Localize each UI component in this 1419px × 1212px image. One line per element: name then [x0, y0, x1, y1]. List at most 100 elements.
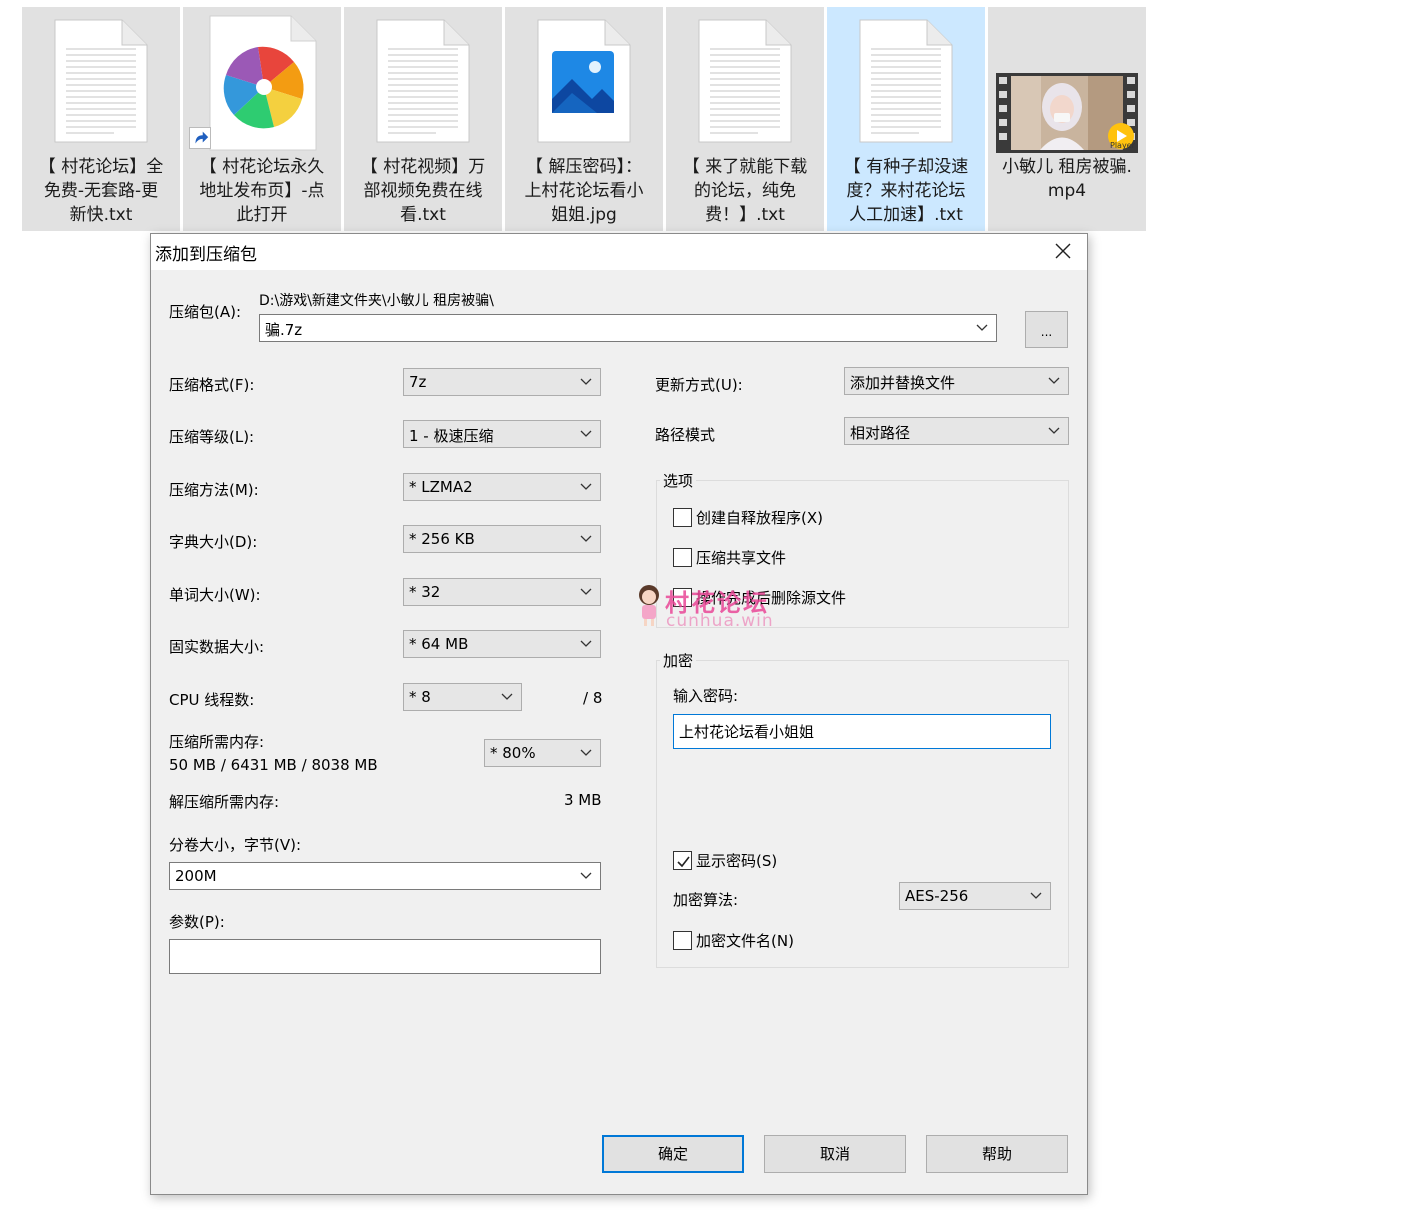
- sfx-checkbox[interactable]: 创建自释放程序(X): [673, 507, 823, 528]
- file-name: 【 村花论坛永久 地址发布页】-点 此打开: [199, 157, 325, 225]
- chevron-down-icon: [580, 430, 592, 437]
- volume-label: 分卷大小，字节(V):: [169, 836, 302, 854]
- update-value: 添加并替换文件: [850, 374, 956, 392]
- level-label: 压缩等级(L):: [169, 428, 255, 446]
- archive-label: 压缩包(A):: [169, 303, 242, 321]
- file-name: 【 村花视频】万 部视频免费在线 看.txt: [360, 157, 486, 225]
- watermark-url: cunhua.win: [666, 611, 774, 631]
- chevron-down-icon: [580, 535, 592, 542]
- help-button[interactable]: 帮助: [926, 1135, 1068, 1173]
- chevron-down-icon: [1048, 377, 1060, 384]
- show-password-checkbox[interactable]: 显示密码(S): [673, 850, 777, 871]
- dict-select[interactable]: * 256 KB: [403, 525, 601, 553]
- text-file-icon: [376, 19, 470, 143]
- threads-value: * 8: [409, 688, 431, 706]
- image-file-icon: [537, 19, 631, 143]
- method-label: 压缩方法(M):: [169, 481, 259, 499]
- file-tile[interactable]: 【 来了就能下载 的论坛，纯免 费！】.txt: [666, 7, 824, 231]
- solid-value: * 64 MB: [409, 635, 469, 653]
- word-label: 单词大小(W):: [169, 586, 261, 604]
- update-select[interactable]: 添加并替换文件: [844, 367, 1069, 395]
- encryption-group-title: 加密: [660, 650, 697, 671]
- method-select[interactable]: * LZMA2: [403, 473, 601, 501]
- archive-name-value: 骗.7z: [265, 321, 303, 339]
- shortcut-file-icon: [209, 15, 317, 151]
- close-icon[interactable]: [1045, 234, 1081, 268]
- solid-label: 固实数据大小:: [169, 638, 265, 656]
- show-password-label: 显示密码(S): [696, 852, 778, 870]
- format-value: 7z: [409, 373, 427, 391]
- chevron-down-icon: [976, 324, 988, 331]
- level-select[interactable]: 1 - 极速压缩: [403, 420, 601, 448]
- file-name: 小敏儿 租房被骗. mp4: [1002, 157, 1132, 201]
- file-name: 【 有种子却没速 度？来村花论坛 人工加速】.txt: [843, 157, 969, 225]
- encrypt-method-select[interactable]: AES-256: [899, 882, 1051, 910]
- dict-label: 字典大小(D):: [169, 533, 258, 551]
- volume-combo[interactable]: 200M: [169, 862, 601, 890]
- memory-label: 压缩所需内存:: [169, 733, 265, 751]
- encryption-group: [656, 660, 1069, 968]
- sfx-label: 创建自释放程序(X): [696, 509, 823, 527]
- file-name: 【 来了就能下载 的论坛，纯免 费！】.txt: [682, 157, 808, 225]
- volume-value: 200M: [175, 867, 217, 885]
- archive-path: D:\游戏\新建文件夹\小敏儿 租房被骗\: [259, 293, 494, 309]
- chevron-down-icon: [580, 640, 592, 647]
- file-tile-selected[interactable]: 【 有种子却没速 度？来村花论坛 人工加速】.txt: [827, 7, 985, 231]
- password-input[interactable]: 上村花论坛看小姐姐: [673, 714, 1051, 749]
- file-tile[interactable]: 【 解压密码】： 上村花论坛看小 姐姐.jpg: [505, 7, 663, 231]
- solid-select[interactable]: * 64 MB: [403, 630, 601, 658]
- shared-files-label: 压缩共享文件: [696, 549, 787, 567]
- format-label: 压缩格式(F):: [169, 376, 255, 394]
- chevron-down-icon: [1048, 427, 1060, 434]
- word-value: * 32: [409, 583, 441, 601]
- file-tile[interactable]: 【 村花视频】万 部视频免费在线 看.txt: [344, 7, 502, 231]
- chevron-down-icon: [580, 749, 592, 756]
- chevron-down-icon: [501, 693, 513, 700]
- dialog-title: 添加到压缩包: [155, 245, 257, 265]
- file-tile[interactable]: 【 村花论坛永久 地址发布页】-点 此打开: [183, 7, 341, 231]
- chevron-down-icon: [580, 483, 592, 490]
- word-select[interactable]: * 32: [403, 578, 601, 606]
- archive-name-combo[interactable]: 骗.7z: [259, 314, 997, 342]
- threads-total: / 8: [583, 689, 603, 707]
- checkbox-box[interactable]: [673, 851, 692, 870]
- encrypt-method-label: 加密算法:: [673, 891, 739, 909]
- text-file-icon: [54, 19, 148, 143]
- decompress-memory-value: 3 MB: [564, 791, 602, 809]
- format-select[interactable]: 7z: [403, 368, 601, 396]
- update-label: 更新方式(U):: [655, 376, 743, 394]
- shared-files-checkbox[interactable]: 压缩共享文件: [673, 547, 786, 568]
- player-badge: Player: [1110, 141, 1135, 150]
- memory-values: 50 MB / 6431 MB / 8038 MB: [169, 756, 378, 774]
- browse-button[interactable]: ...: [1025, 311, 1068, 348]
- ok-button[interactable]: 确定: [602, 1135, 744, 1173]
- threads-label: CPU 线程数:: [169, 691, 255, 709]
- watermark: 村花论坛 cunhua.win: [632, 583, 792, 633]
- encrypt-method-value: AES-256: [905, 887, 969, 905]
- dict-value: * 256 KB: [409, 530, 475, 548]
- params-input[interactable]: [169, 939, 601, 974]
- memory-percent-value: * 80%: [490, 744, 536, 762]
- encrypt-filenames-label: 加密文件名(N): [696, 932, 794, 950]
- chevron-down-icon: [580, 378, 592, 385]
- file-tile[interactable]: Player 小敏儿 租房被骗. mp4: [988, 7, 1146, 231]
- options-group-title: 选项: [660, 470, 697, 491]
- memory-percent-select[interactable]: * 80%: [484, 739, 601, 767]
- path-mode-select[interactable]: 相对路径: [844, 417, 1069, 445]
- password-label: 输入密码:: [673, 687, 739, 705]
- threads-select[interactable]: * 8: [403, 683, 522, 711]
- checkbox-box[interactable]: [673, 931, 692, 950]
- method-value: * LZMA2: [409, 478, 473, 496]
- chevron-down-icon: [1030, 892, 1042, 899]
- checkbox-box[interactable]: [673, 548, 692, 567]
- title-bar: 添加到压缩包: [151, 234, 1087, 270]
- path-mode-value: 相对路径: [850, 424, 911, 442]
- file-tile[interactable]: 【 村花论坛】全 免费-无套路-更 新快.txt: [22, 7, 180, 231]
- encrypt-filenames-checkbox[interactable]: 加密文件名(N): [673, 930, 794, 951]
- text-file-icon: [859, 19, 953, 143]
- checkbox-box[interactable]: [673, 508, 692, 527]
- level-value: 1 - 极速压缩: [409, 427, 494, 445]
- girl-mascot-icon: [639, 585, 659, 626]
- text-file-icon: [698, 19, 792, 143]
- cancel-button[interactable]: 取消: [764, 1135, 906, 1173]
